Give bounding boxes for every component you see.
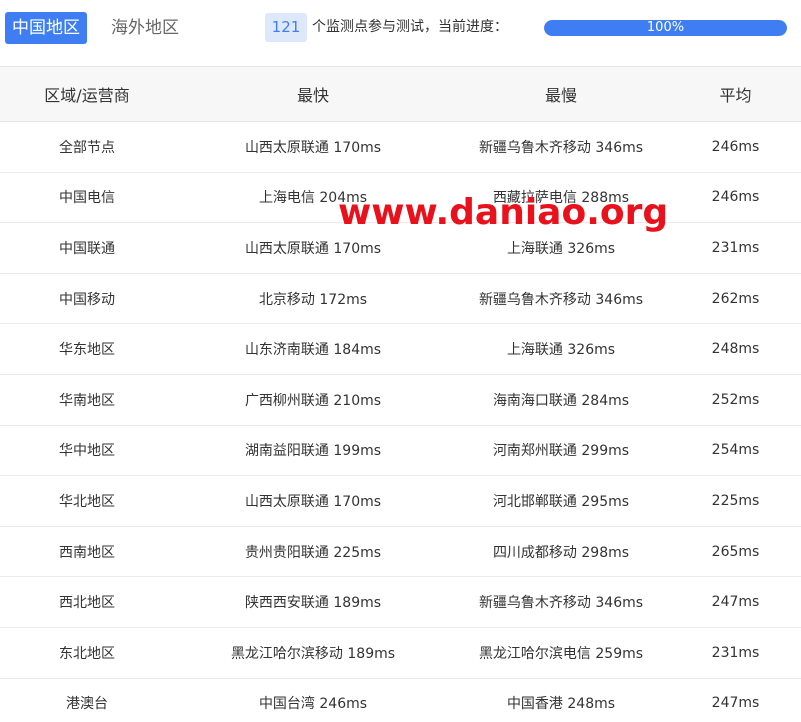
cell-average: 247ms (670, 576, 801, 628)
cell-fastest: 陕西西安联通 189ms (174, 576, 452, 628)
table-row: 华中地区 湖南益阳联通 199ms 河南郑州联通 299ms 254ms (0, 425, 801, 477)
cell-region: 华中地区 (0, 425, 174, 477)
progress-description: 个监测点参与测试，当前进度： (312, 19, 508, 35)
cell-average: 246ms (670, 121, 801, 173)
header-slowest: 最慢 (452, 66, 670, 122)
cell-region: 华东地区 (0, 323, 174, 375)
table-row: 华北地区 山西太原联通 170ms 河北邯郸联通 295ms 225ms (0, 475, 801, 527)
table-row: 西北地区 陕西西安联通 189ms 新疆乌鲁木齐移动 346ms 247ms (0, 576, 801, 628)
table-row: 港澳台 中国台湾 246ms 中国香港 248ms 247ms (0, 678, 801, 722)
cell-fastest: 上海电信 204ms (174, 172, 452, 224)
cell-region: 中国联通 (0, 222, 174, 274)
cell-region: 华北地区 (0, 475, 174, 527)
cell-average: 252ms (670, 374, 801, 426)
cell-average: 246ms (670, 172, 801, 224)
cell-fastest: 山东济南联通 184ms (174, 323, 452, 375)
cell-slowest: 四川成都移动 298ms (452, 526, 670, 578)
cell-slowest: 新疆乌鲁木齐移动 346ms (452, 273, 670, 325)
cell-region: 西北地区 (0, 576, 174, 628)
table-row: 东北地区 黑龙江哈尔滨移动 189ms 黑龙江哈尔滨电信 259ms 231ms (0, 627, 801, 679)
cell-average: 225ms (670, 475, 801, 527)
cell-fastest: 中国台湾 246ms (174, 678, 452, 722)
cell-region: 全部节点 (0, 121, 174, 173)
cell-slowest: 新疆乌鲁木齐移动 346ms (452, 121, 670, 173)
cell-average: 262ms (670, 273, 801, 325)
node-count-badge: 121 (265, 13, 307, 42)
table-row: 华南地区 广西柳州联通 210ms 海南海口联通 284ms 252ms (0, 374, 801, 426)
progress-text: 100% (646, 20, 685, 35)
cell-fastest: 北京移动 172ms (174, 273, 452, 325)
cell-region: 华南地区 (0, 374, 174, 426)
cell-average: 231ms (670, 627, 801, 679)
cell-fastest: 山西太原联通 170ms (174, 475, 452, 527)
cell-region: 西南地区 (0, 526, 174, 578)
header-fastest: 最快 (174, 66, 452, 122)
table-row: 中国电信 上海电信 204ms 西藏拉萨电信 288ms 246ms (0, 172, 801, 224)
table-header-row: 区域/运营商 最快 最慢 平均 (0, 66, 801, 122)
results-table: 区域/运营商 最快 最慢 平均 全部节点 山西太原联通 170ms 新疆乌鲁木齐移动… (0, 66, 801, 722)
header-region: 区域/运营商 (0, 66, 174, 122)
table-body: 全部节点 山西太原联通 170ms 新疆乌鲁木齐移动 346ms 246ms 中国电信上… (0, 121, 801, 722)
cell-fastest: 广西柳州联通 210ms (174, 374, 452, 426)
table-row: 华东地区 山东济南联通 184ms 上海联通 326ms 248ms (0, 323, 801, 375)
cell-slowest: 上海联通 326ms (452, 222, 670, 274)
header-average: 平均 (670, 66, 801, 122)
tab-china[interactable]: 中国地区 (5, 12, 87, 44)
cell-slowest: 西藏拉萨电信 288ms (452, 172, 670, 224)
table-row: 西南地区 贵州贵阳联通 225ms 四川成都移动 298ms 265ms (0, 526, 801, 578)
cell-average: 248ms (670, 323, 801, 375)
cell-slowest: 上海联通 326ms (452, 323, 670, 375)
cell-fastest: 山西太原联通 170ms (174, 222, 452, 274)
cell-slowest: 新疆乌鲁木齐移动 346ms (452, 576, 670, 628)
top-bar: 中国地区 海外地区 121 个监测点参与测试，当前进度： 100% (0, 0, 801, 66)
cell-average: 231ms (670, 222, 801, 274)
cell-average: 265ms (670, 526, 801, 578)
cell-fastest: 贵州贵阳联通 225ms (174, 526, 452, 578)
progress-bar: 100% (544, 20, 787, 36)
table-row: 全部节点 山西太原联通 170ms 新疆乌鲁木齐移动 346ms 246ms (0, 121, 801, 173)
tab-overseas[interactable]: 海外地区 (104, 12, 186, 44)
cell-fastest: 黑龙江哈尔滨移动 189ms (174, 627, 452, 679)
cell-region: 东北地区 (0, 627, 174, 679)
cell-fastest: 山西太原联通 170ms (174, 121, 452, 173)
cell-slowest: 河南郑州联通 299ms (452, 425, 670, 477)
cell-region: 港澳台 (0, 678, 174, 722)
cell-average: 254ms (670, 425, 801, 477)
cell-fastest: 湖南益阳联通 199ms (174, 425, 452, 477)
table-row: 中国移动 北京移动 172ms 新疆乌鲁木齐移动 346ms 262ms (0, 273, 801, 325)
cell-slowest: 中国香港 248ms (452, 678, 670, 722)
cell-slowest: 黑龙江哈尔滨电信 259ms (452, 627, 670, 679)
cell-average: 247ms (670, 678, 801, 722)
cell-slowest: 河北邯郸联通 295ms (452, 475, 670, 527)
cell-slowest: 海南海口联通 284ms (452, 374, 670, 426)
cell-region: 中国电信 (0, 172, 174, 224)
table-row: 中国联通 山西太原联通 170ms 上海联通 326ms 231ms (0, 222, 801, 274)
cell-region: 中国移动 (0, 273, 174, 325)
